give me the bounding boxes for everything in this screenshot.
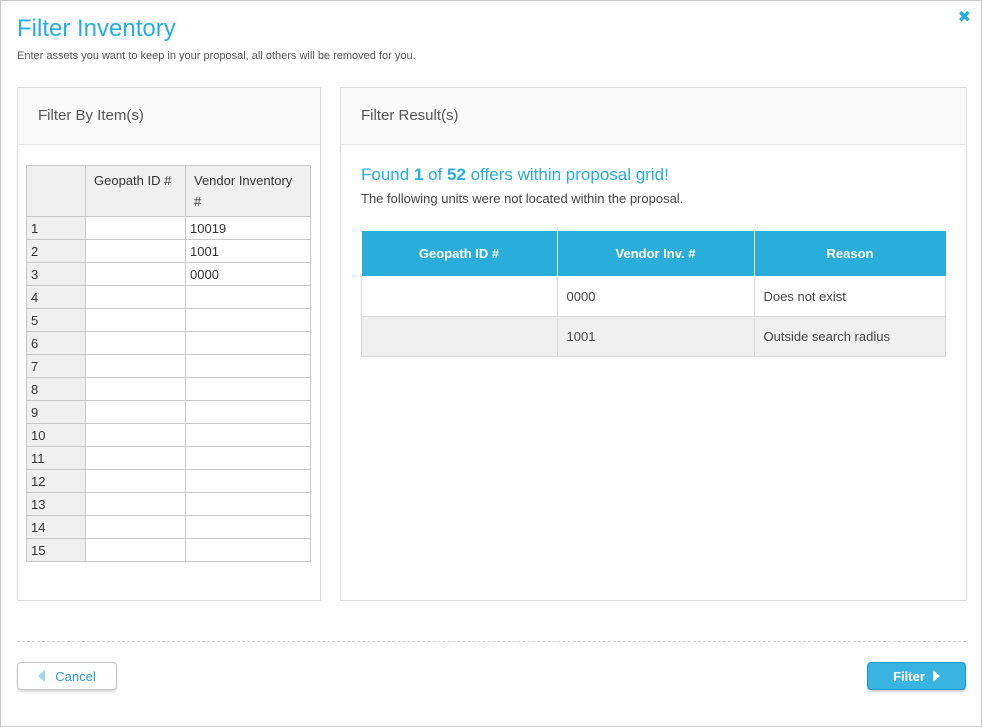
row-number: 12 <box>26 469 86 493</box>
grid-row: 4 <box>26 285 311 309</box>
vendor-cell[interactable] <box>185 492 311 516</box>
filter-results-panel: Filter Result(s) Found 1 of 52 offers wi… <box>340 87 967 601</box>
grid-header-vendor: Vendor Inventory # <box>185 165 311 217</box>
geopath-cell[interactable] <box>85 308 186 332</box>
row-number: 9 <box>26 400 86 424</box>
vendor-cell[interactable] <box>185 423 311 447</box>
footer-divider <box>17 641 966 642</box>
not-located-note: The following units were not located wit… <box>361 191 684 206</box>
results-header-geopath: Geopath ID # <box>361 231 558 277</box>
grid-row: 10 <box>26 423 311 447</box>
found-middle: of <box>423 165 448 184</box>
found-summary: Found 1 of 52 offers within proposal gri… <box>361 165 669 185</box>
results-table: Geopath ID # Vendor Inv. # Reason 0000 Do… <box>361 231 946 357</box>
grid-row: 2 1001 <box>26 239 311 263</box>
geopath-cell[interactable] <box>85 515 186 539</box>
result-vendor: 0000 <box>556 276 755 317</box>
geopath-cell[interactable] <box>85 423 186 447</box>
grid-row: 6 <box>26 331 311 355</box>
geopath-cell[interactable] <box>85 446 186 470</box>
row-number: 11 <box>26 446 86 470</box>
grid-row: 15 <box>26 538 311 562</box>
geopath-cell[interactable] <box>85 492 186 516</box>
filter-inventory-modal: ✖ Filter Inventory Enter assets you want… <box>0 0 982 727</box>
grid-row: 14 <box>26 515 311 539</box>
vendor-cell[interactable] <box>185 538 311 562</box>
result-geopath <box>361 276 558 317</box>
grid-row: 3 0000 <box>26 262 311 286</box>
filter-by-items-panel: Filter By Item(s) Geopath ID # Vendor In… <box>17 87 321 601</box>
grid-row: 1 10019 <box>26 216 311 240</box>
filter-by-items-header: Filter By Item(s) <box>18 88 320 145</box>
geopath-cell[interactable] <box>85 400 186 424</box>
grid-row: 12 <box>26 469 311 493</box>
geopath-cell[interactable] <box>85 331 186 355</box>
grid-corner <box>26 165 86 217</box>
cancel-label: Cancel <box>55 668 96 684</box>
row-number: 13 <box>26 492 86 516</box>
geopath-cell[interactable] <box>85 469 186 493</box>
vendor-cell[interactable] <box>185 285 311 309</box>
geopath-cell[interactable] <box>85 262 186 286</box>
geopath-cell[interactable] <box>85 354 186 378</box>
vendor-cell[interactable] <box>185 400 311 424</box>
result-reason: Outside search radius <box>753 316 946 357</box>
vendor-cell[interactable] <box>185 515 311 539</box>
result-reason: Does not exist <box>753 276 946 317</box>
vendor-cell[interactable] <box>185 377 311 401</box>
row-number: 5 <box>26 308 86 332</box>
grid-header-geopath: Geopath ID # <box>85 165 186 217</box>
total-count: 52 <box>447 165 466 184</box>
found-suffix: offers within proposal grid! <box>465 165 669 184</box>
row-number: 7 <box>26 354 86 378</box>
row-number: 14 <box>26 515 86 539</box>
vendor-cell[interactable]: 0000 <box>185 262 311 286</box>
grid-row: 8 <box>26 377 311 401</box>
results-header-reason: Reason <box>753 231 946 277</box>
vendor-cell[interactable] <box>185 354 311 378</box>
filter-button[interactable]: Filter <box>867 662 966 690</box>
vendor-cell[interactable] <box>185 446 311 470</box>
result-geopath <box>361 316 558 357</box>
row-number: 8 <box>26 377 86 401</box>
geopath-cell[interactable] <box>85 285 186 309</box>
row-number: 3 <box>26 262 86 286</box>
arrow-left-icon <box>38 670 46 682</box>
found-prefix: Found <box>361 165 414 184</box>
vendor-cell[interactable] <box>185 469 311 493</box>
geopath-cell[interactable] <box>85 538 186 562</box>
row-number: 10 <box>26 423 86 447</box>
vendor-cell[interactable] <box>185 308 311 332</box>
modal-subtitle: Enter assets you want to keep in your pr… <box>17 50 416 62</box>
cancel-button[interactable]: Cancel <box>17 662 117 690</box>
vendor-cell[interactable] <box>185 331 311 355</box>
row-number: 4 <box>26 285 86 309</box>
row-number: 2 <box>26 239 86 263</box>
row-number: 15 <box>26 538 86 562</box>
geopath-cell[interactable] <box>85 239 186 263</box>
results-header-vendor: Vendor Inv. # <box>556 231 755 277</box>
results-row: 1001 Outside search radius <box>361 316 946 357</box>
row-number: 6 <box>26 331 86 355</box>
row-number: 1 <box>26 216 86 240</box>
filter-label: Filter <box>893 668 925 684</box>
modal-title: Filter Inventory <box>17 15 176 42</box>
result-vendor: 1001 <box>556 316 755 357</box>
geopath-cell[interactable] <box>85 216 186 240</box>
arrow-right-icon <box>932 670 940 682</box>
vendor-cell[interactable]: 1001 <box>185 239 311 263</box>
results-row: 0000 Does not exist <box>361 276 946 317</box>
grid-row: 11 <box>26 446 311 470</box>
grid-row: 7 <box>26 354 311 378</box>
found-count: 1 <box>413 165 424 184</box>
vendor-cell[interactable]: 10019 <box>185 216 311 240</box>
filter-results-header: Filter Result(s) <box>341 88 966 145</box>
close-icon[interactable]: ✖ <box>958 7 971 26</box>
grid-row: 5 <box>26 308 311 332</box>
geopath-cell[interactable] <box>85 377 186 401</box>
item-entry-grid: Geopath ID # Vendor Inventory # 1 10019 2 1… <box>26 165 311 562</box>
grid-row: 13 <box>26 492 311 516</box>
grid-row: 9 <box>26 400 311 424</box>
